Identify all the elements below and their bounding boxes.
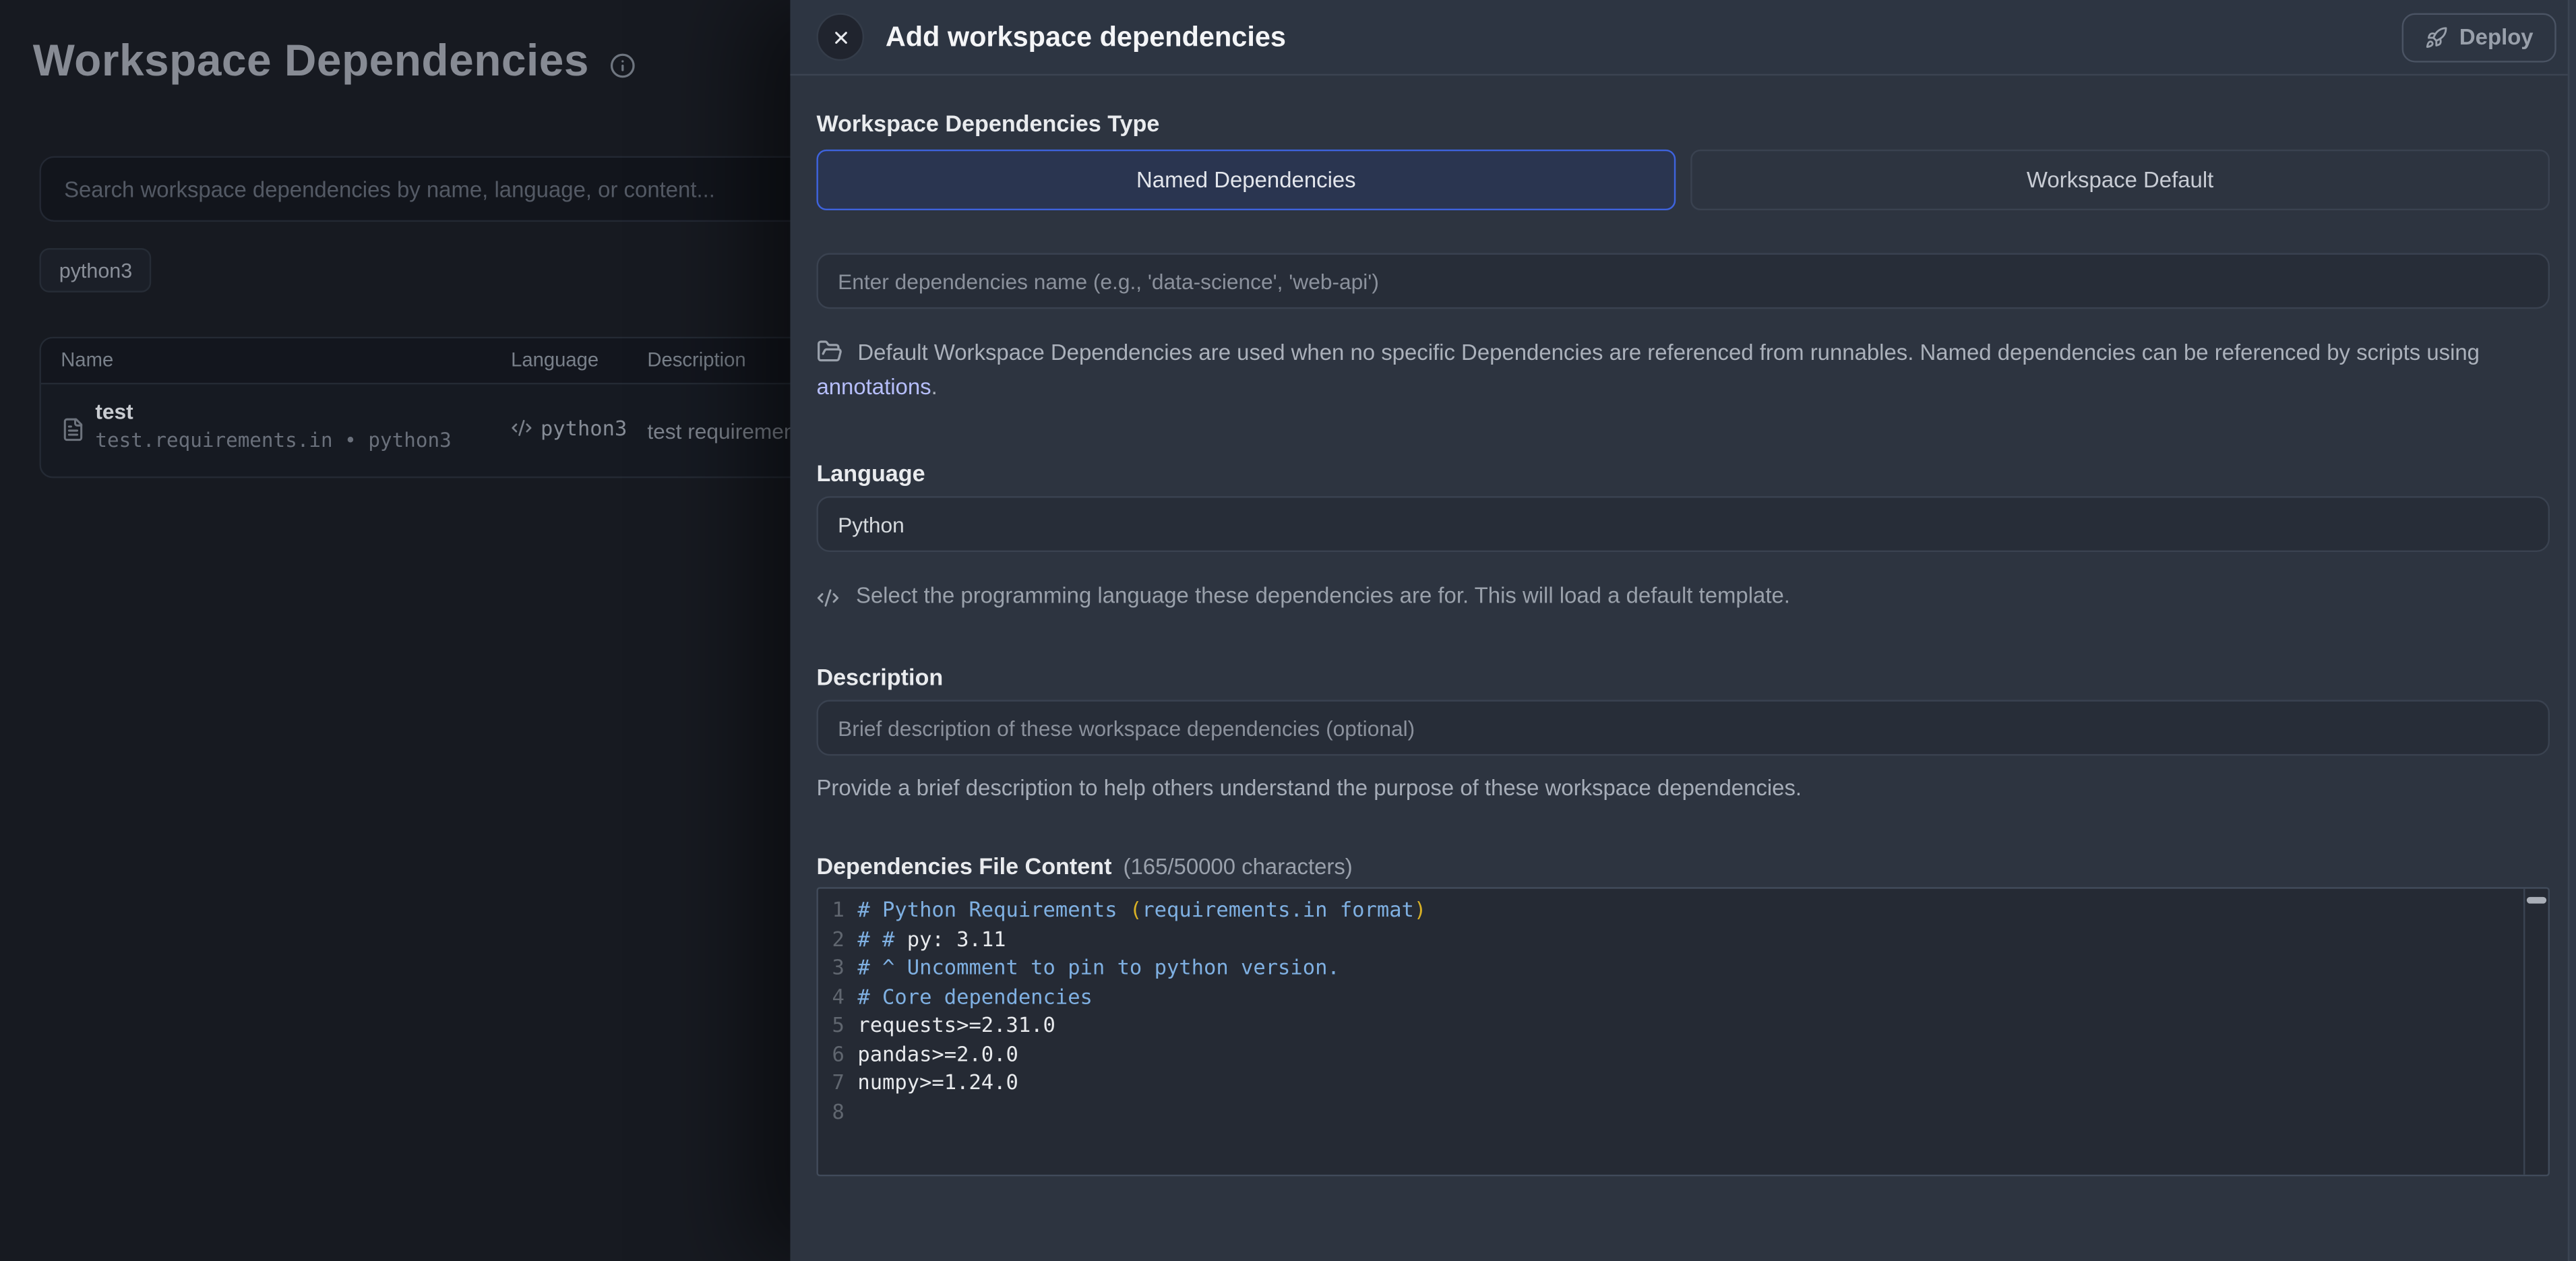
character-counter: (165/50000 characters) <box>1124 855 1353 880</box>
code-token: ( <box>1130 897 1142 922</box>
row-meta: test.requirements.in • python3 <box>95 429 451 452</box>
row-language: python3 <box>541 416 627 441</box>
type-help-body: Default Workspace Dependencies are used … <box>857 340 2480 365</box>
description-input[interactable] <box>816 700 2550 756</box>
close-button[interactable] <box>816 13 864 61</box>
code-icon <box>511 417 532 439</box>
language-select[interactable]: Python <box>816 496 2550 552</box>
drawer-title: Add workspace dependencies <box>886 20 2402 53</box>
content-section-label: Dependencies File Content <box>816 853 1111 879</box>
drawer-header: Add workspace dependencies Deploy <box>790 0 2576 75</box>
code-line: 6 pandas>=2.0.0 <box>818 1039 2548 1068</box>
editor-scrollbar-thumb[interactable] <box>2527 897 2546 904</box>
line-number: 7 <box>818 1068 858 1097</box>
dependencies-name-input[interactable] <box>816 253 2550 309</box>
rocket-icon <box>2425 26 2448 49</box>
column-header-language: Language <box>511 348 599 371</box>
toggle-named-dependencies[interactable]: Named Dependencies <box>816 150 1676 210</box>
code-token: # Core dependencies <box>857 983 1093 1008</box>
code-token: numpy>=1.24.0 <box>857 1070 1018 1095</box>
code-token: # # <box>857 926 907 951</box>
language-select-value: Python <box>838 512 904 536</box>
code-token: ) <box>1414 897 1426 922</box>
line-number: 8 <box>818 1097 858 1126</box>
code-token: py: 3.11 <box>907 926 1006 951</box>
content-section-label-row: Dependencies File Content (165/50000 cha… <box>816 853 2550 879</box>
line-number: 3 <box>818 953 858 982</box>
annotations-link[interactable]: annotations <box>816 374 931 399</box>
file-text-icon <box>61 417 86 445</box>
code-line: 5 requests>=2.31.0 <box>818 1010 2548 1039</box>
drawer-body: Workspace Dependencies Type Named Depend… <box>816 75 2550 1261</box>
deploy-label: Deploy <box>2459 25 2534 50</box>
close-icon <box>830 27 850 47</box>
line-number: 1 <box>818 895 858 924</box>
column-header-description: Description <box>647 348 745 371</box>
code-line: 3 # ^ Uncomment to pin to python version… <box>818 953 2548 982</box>
page-title-row: Workspace Dependencies <box>33 36 635 88</box>
code-lines: 1 # Python Requirements (requirements.in… <box>818 889 2548 1126</box>
line-number: 6 <box>818 1039 858 1068</box>
row-description: test requiremen <box>647 419 795 444</box>
row-name: test <box>95 399 133 424</box>
editor-scrollbar[interactable] <box>2523 889 2548 1175</box>
line-number: 2 <box>818 924 858 953</box>
type-toggle-group: Named Dependencies Workspace Default <box>816 150 2550 210</box>
code-token: requirements.in format <box>1142 897 1414 922</box>
column-header-name: Name <box>61 348 113 371</box>
deploy-button[interactable]: Deploy <box>2402 12 2556 61</box>
code-token: # ^ Uncomment to pin to python version. <box>857 954 1339 979</box>
line-number: 4 <box>818 981 858 1010</box>
code-icon <box>816 586 839 609</box>
description-help-text: Provide a brief description to help othe… <box>816 776 2550 801</box>
description-section-label: Description <box>816 664 2550 690</box>
code-token: requests>=2.31.0 <box>857 1012 1055 1037</box>
line-number: 5 <box>818 1010 858 1039</box>
add-workspace-dependencies-drawer: Add workspace dependencies Deploy Worksp… <box>790 0 2576 1261</box>
info-icon[interactable] <box>609 52 635 78</box>
code-line: 8 <box>818 1097 2548 1126</box>
app-root: Workspace Dependencies python3 Name Lang… <box>0 0 2576 1261</box>
toggle-workspace-default[interactable]: Workspace Default <box>1690 150 2550 210</box>
code-token: # Python Requirements <box>857 897 1130 922</box>
row-language-cell: python3 <box>511 416 627 441</box>
language-section-label: Language <box>816 460 2550 487</box>
language-help: Select the programming language these de… <box>816 583 2550 609</box>
filter-chip-python3[interactable]: python3 <box>40 248 152 293</box>
code-token: pandas>=2.0.0 <box>857 1041 1018 1066</box>
drawer-scrollbar[interactable] <box>2568 0 2576 1261</box>
language-help-text: Select the programming language these de… <box>856 583 1790 608</box>
code-line: 1 # Python Requirements (requirements.in… <box>818 895 2548 924</box>
code-line: 4 # Core dependencies <box>818 981 2548 1010</box>
code-line: 7 numpy>=1.24.0 <box>818 1068 2548 1097</box>
dependencies-file-content-editor[interactable]: 1 # Python Requirements (requirements.in… <box>816 887 2550 1176</box>
folder-open-icon <box>816 338 842 363</box>
page-title: Workspace Dependencies <box>33 36 589 88</box>
type-help-period: . <box>931 374 938 399</box>
type-help-text: Default Workspace Dependencies are used … <box>816 337 2550 404</box>
code-line: 2 # # py: 3.11 <box>818 924 2548 953</box>
type-section-label: Workspace Dependencies Type <box>816 110 2550 136</box>
